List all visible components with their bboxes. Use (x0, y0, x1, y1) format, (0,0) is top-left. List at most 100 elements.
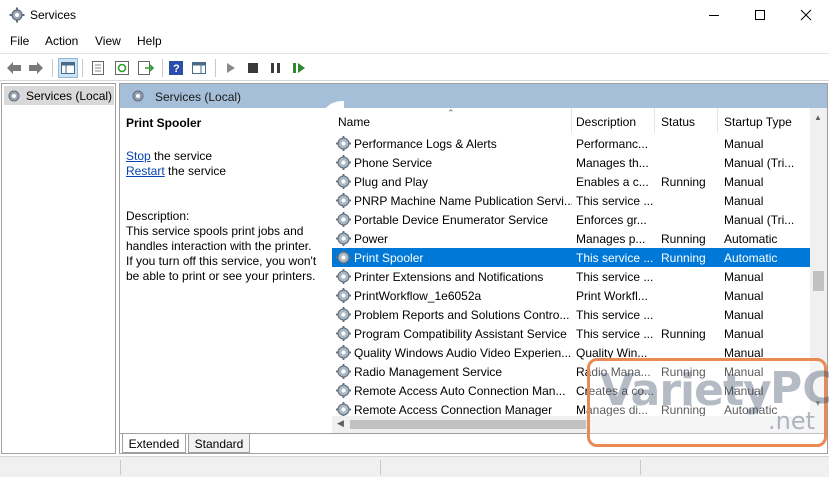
service-description: This service ... (576, 308, 654, 322)
stop-action: Stop the service (126, 149, 212, 163)
service-name: Program Compatibility Assistant Service (354, 327, 567, 341)
tree-item-label: Services (Local) (26, 88, 113, 103)
export-list-icon (138, 61, 154, 75)
description-line: If you turn off this service, you won't (126, 254, 317, 268)
stop-service-button[interactable] (243, 58, 263, 78)
menu-file[interactable]: File (10, 34, 29, 48)
forward-arrow-icon (29, 62, 43, 74)
service-status: Running (661, 327, 706, 341)
service-startup-type: Manual (724, 175, 764, 189)
service-gear-icon (336, 193, 351, 208)
service-startup-type: Manual (724, 327, 764, 341)
scroll-left-icon[interactable]: ◀ (337, 418, 344, 429)
menu-view[interactable]: View (95, 34, 121, 48)
service-description: Manages p... (576, 232, 646, 246)
description-label: Description: (126, 209, 190, 223)
column-header-name[interactable]: Name (332, 108, 572, 133)
service-detail-panel: Print Spooler Stop the service Restart t… (120, 108, 324, 433)
close-button[interactable] (783, 0, 829, 30)
restart-text: the service (164, 164, 227, 178)
restart-service-icon (293, 63, 305, 73)
restart-action: Restart the service (126, 164, 226, 178)
window-title: Services (30, 8, 77, 22)
back-button[interactable] (4, 58, 24, 78)
service-name: Performance Logs & Alerts (354, 137, 497, 151)
refresh-icon (115, 61, 129, 75)
service-gear-icon (336, 212, 351, 227)
title-bar: Services (0, 0, 829, 30)
service-name: PNRP Machine Name Publication Servi... (354, 194, 572, 208)
service-row[interactable]: Print Spooler This service ... Running Auto… (332, 248, 812, 267)
service-gear-icon (336, 231, 351, 246)
refresh-button[interactable] (112, 58, 132, 78)
service-gear-icon (336, 174, 351, 189)
column-header-startup-type[interactable]: Startup Type (718, 108, 810, 133)
service-description: Print Workfl... (576, 289, 648, 303)
help-button[interactable]: ? (166, 58, 186, 78)
service-row[interactable]: Phone Service Manages th... Manual (Tri... (332, 153, 812, 172)
service-row[interactable]: PrintWorkflow_1e6052a Print Workfl... Manu… (332, 286, 812, 305)
restart-service-button[interactable] (289, 58, 309, 78)
service-gear-icon (336, 136, 351, 151)
service-startup-type: Manual (724, 270, 764, 284)
description-line: be able to print or see your printers. (126, 269, 316, 283)
service-description: This service ... (576, 251, 654, 265)
toolbar: ? (0, 53, 829, 81)
service-row[interactable]: Portable Device Enumerator Service Enforc… (332, 210, 812, 229)
service-status: Running (661, 251, 706, 265)
properties-button[interactable] (88, 58, 108, 78)
service-name: Quality Windows Audio Video Experien... (354, 346, 572, 360)
horizontal-scroll-thumb[interactable] (350, 420, 586, 429)
service-description: Manages th... (576, 156, 649, 170)
column-header-status[interactable]: Status (655, 108, 718, 133)
forward-button[interactable] (26, 58, 46, 78)
vertical-scroll-thumb[interactable] (813, 271, 824, 291)
service-row[interactable]: Performance Logs & Alerts Performanc... Ma… (332, 134, 812, 153)
service-name: Print Spooler (354, 251, 424, 265)
service-startup-type: Manual (724, 308, 764, 322)
status-bar (0, 456, 829, 477)
gear-icon (9, 7, 25, 23)
service-gear-icon (336, 307, 351, 322)
service-description: Enforces gr... (576, 213, 647, 227)
column-header-description[interactable]: Description (570, 108, 655, 133)
service-startup-type: Manual (724, 194, 764, 208)
menu-action[interactable]: Action (45, 34, 78, 48)
service-gear-icon (336, 326, 351, 341)
export-list-button[interactable] (136, 58, 156, 78)
service-name: Printer Extensions and Notifications (354, 270, 544, 284)
service-row[interactable]: Power Manages p... Running Automatic (332, 229, 812, 248)
service-gear-icon (336, 155, 351, 170)
close-icon (800, 9, 812, 21)
tree-item-services-local[interactable]: Services (Local) (4, 86, 114, 105)
service-name: Remote Access Auto Connection Man... (354, 384, 566, 398)
minimize-button[interactable] (691, 0, 737, 30)
service-description: Performanc... (576, 137, 649, 151)
service-row[interactable]: Printer Extensions and Notifications This… (332, 267, 812, 286)
stop-text: the service (150, 149, 213, 163)
start-service-icon (227, 63, 235, 73)
service-startup-type: Manual (724, 137, 764, 151)
menu-help[interactable]: Help (137, 34, 162, 48)
tab-extended[interactable]: Extended (122, 434, 186, 453)
show-action-pane-button[interactable] (189, 58, 209, 78)
service-row[interactable]: Problem Reports and Solutions Contro... T… (332, 305, 812, 324)
service-name: Phone Service (354, 156, 433, 170)
maximize-button[interactable] (737, 0, 783, 30)
pane-header: Services (Local) (120, 84, 827, 108)
pane-title: Services (Local) (155, 90, 242, 104)
stop-link[interactable]: Stop (126, 149, 151, 163)
pause-service-button[interactable] (266, 58, 286, 78)
scroll-up-icon[interactable]: ▲ (814, 113, 822, 122)
service-row[interactable]: Plug and Play Enables a c... Running Manual (332, 172, 812, 191)
service-row[interactable]: PNRP Machine Name Publication Servi... Th… (332, 191, 812, 210)
services-icon (8, 90, 20, 101)
service-name: Remote Access Connection Manager (354, 403, 553, 417)
tab-standard[interactable]: Standard (188, 434, 250, 453)
show-hide-console-tree-button[interactable] (58, 58, 78, 78)
restart-link[interactable]: Restart (126, 164, 165, 178)
start-service-button[interactable] (221, 58, 241, 78)
service-gear-icon (336, 383, 351, 398)
show-action-pane-icon (192, 62, 206, 74)
service-row[interactable]: Program Compatibility Assistant Service T… (332, 324, 812, 343)
